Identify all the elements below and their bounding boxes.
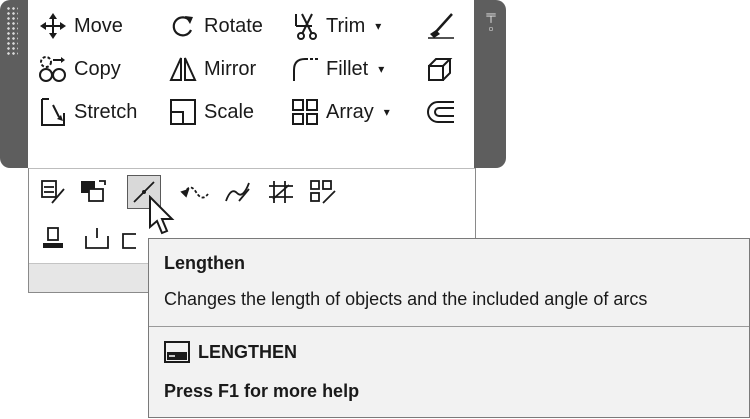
fillet-dropdown-arrow[interactable]: ▾ (378, 62, 384, 76)
fillet-label: Fillet (326, 57, 369, 80)
align-icon (269, 181, 293, 203)
set-to-bylayer-button[interactable] (37, 222, 69, 254)
set-to-bylayer-icon (43, 227, 63, 248)
mirror-button[interactable]: Mirror (168, 52, 256, 86)
drag-grip-handle[interactable] (6, 6, 18, 56)
scale-icon (168, 97, 198, 127)
move-label: Move (74, 14, 123, 37)
scale-label: Scale (204, 100, 255, 123)
trim-icon (290, 11, 320, 41)
copy-button[interactable]: Copy (38, 52, 121, 86)
align-button[interactable] (265, 176, 297, 208)
trim-label: Trim (326, 14, 366, 37)
offset-icon[interactable] (426, 98, 458, 130)
draw-order-icon (81, 180, 106, 202)
rotate-icon (168, 11, 198, 41)
scale-button[interactable]: Scale (168, 95, 254, 129)
panel-divider (29, 168, 475, 169)
fillet-icon (290, 54, 320, 84)
tooltip-help-text: Press F1 for more help (164, 381, 360, 401)
tooltip-command: LENGTHEN (164, 339, 297, 365)
edit-spline-button[interactable] (179, 176, 211, 208)
modify-panel: Move Rotate Trim ▾ Copy Mirror Fillet ▾ … (28, 0, 474, 168)
array-label: Array (326, 100, 374, 123)
mouse-cursor-icon (148, 194, 176, 239)
stretch-icon (38, 97, 68, 127)
array-dropdown-arrow[interactable]: ▾ (384, 105, 390, 119)
stretch-label: Stretch (74, 100, 138, 123)
panel-side-controls: ╤ ▫ (483, 8, 499, 36)
trim-dropdown-arrow[interactable]: ▾ (375, 19, 381, 33)
mirror-label: Mirror (204, 57, 257, 80)
erase-icon[interactable] (426, 10, 458, 42)
edit-spline-icon (180, 186, 209, 199)
copy-label: Copy (74, 57, 121, 80)
break-at-point-icon (85, 228, 109, 249)
tooltip-divider (149, 326, 749, 327)
draw-order-button[interactable] (77, 176, 109, 208)
tooltip-command-name: LENGTHEN (198, 341, 297, 362)
explode-icon[interactable] (426, 54, 458, 86)
panel-options-icon[interactable]: ▫ (483, 22, 499, 36)
edit-hatch-button[interactable] (37, 176, 69, 208)
command-tooltip: Lengthen Changes the length of objects a… (148, 238, 750, 418)
edit-hatch-icon (41, 180, 65, 204)
rotate-label: Rotate (204, 14, 263, 37)
move-icon (38, 11, 68, 41)
pin-icon[interactable]: ╤ (483, 8, 499, 22)
array-icon (290, 97, 320, 127)
command-line-icon (164, 341, 190, 363)
break-at-point-button[interactable] (81, 222, 113, 254)
tooltip-description: Changes the length of objects and the in… (164, 289, 648, 309)
edit-polyline-icon (225, 182, 250, 202)
array-button[interactable]: Array ▾ (290, 95, 390, 129)
edit-polyline-button[interactable] (221, 176, 253, 208)
stretch-button[interactable]: Stretch (38, 95, 137, 129)
rotate-button[interactable]: Rotate (168, 9, 263, 43)
tooltip-title: Lengthen (164, 253, 245, 273)
copy-icon (38, 54, 68, 84)
edit-array-button[interactable] (307, 176, 339, 208)
fillet-button[interactable]: Fillet ▾ (290, 52, 384, 86)
trim-button[interactable]: Trim ▾ (290, 9, 381, 43)
break-button[interactable] (113, 222, 145, 254)
move-button[interactable]: Move (38, 9, 123, 43)
edit-array-icon (310, 180, 336, 204)
break-icon (122, 233, 136, 249)
mirror-icon (168, 54, 198, 84)
